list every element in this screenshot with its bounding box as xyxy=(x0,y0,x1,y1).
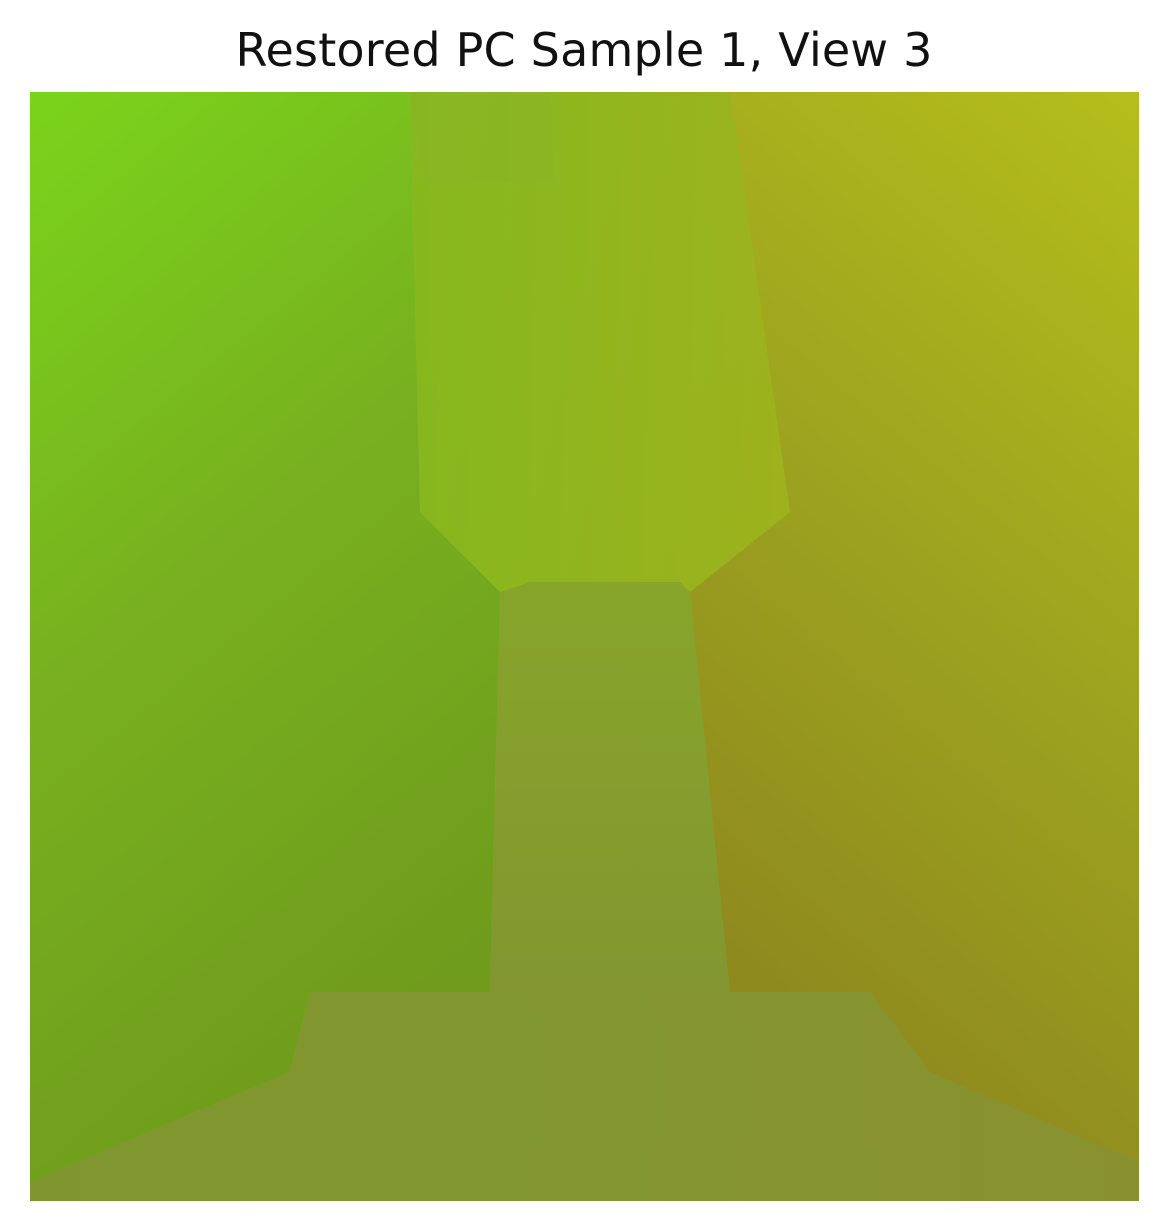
figure-title: Restored PC Sample 1, View 3 xyxy=(235,23,933,77)
pillar-top-shading xyxy=(410,92,555,182)
center-pillar xyxy=(490,582,730,992)
point-cloud-render xyxy=(30,92,1139,1201)
rendered-scene xyxy=(30,92,1139,1201)
